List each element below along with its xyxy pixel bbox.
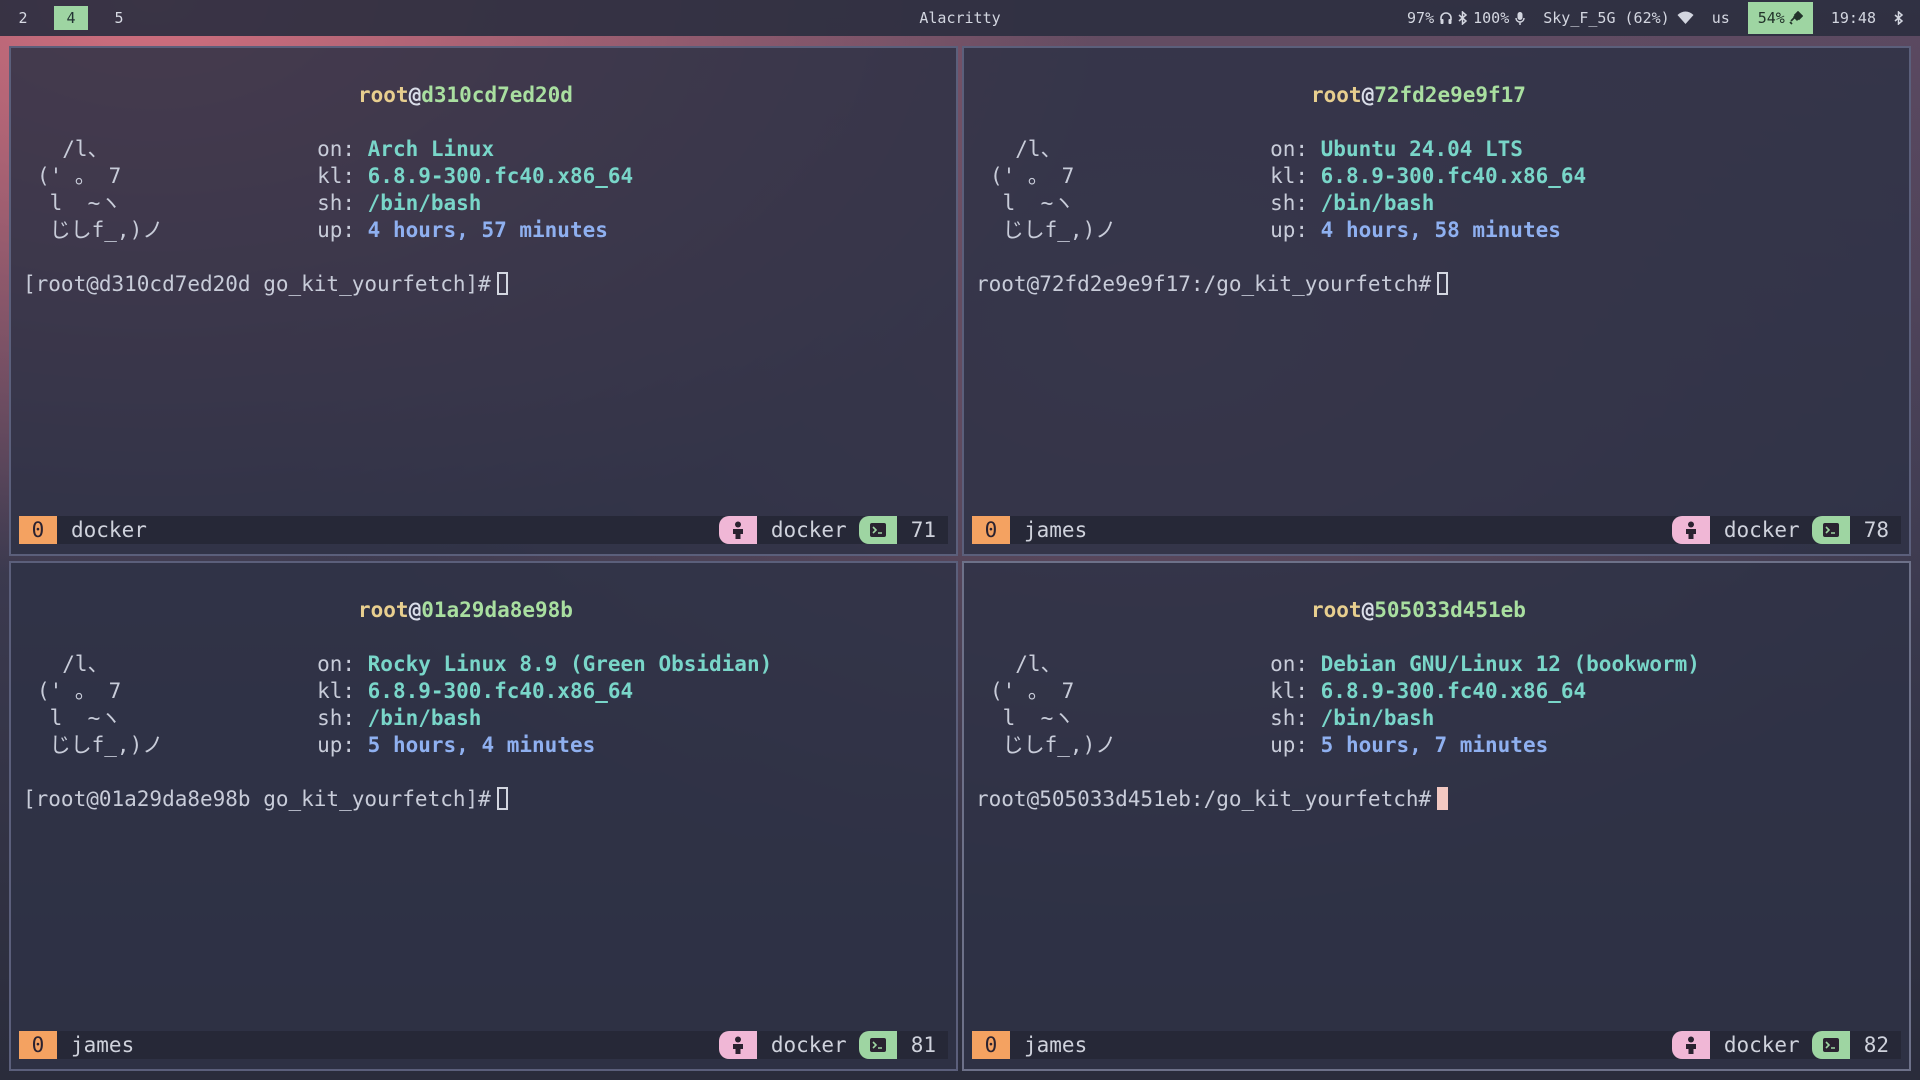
user-icon	[718, 1031, 757, 1059]
os-value: Debian GNU/Linux 12 (bookworm)	[1320, 652, 1700, 676]
bluetooth-battery: 100%	[1473, 9, 1510, 27]
bluetooth-tray-icon[interactable]	[1894, 11, 1904, 25]
pane-number: 78	[1863, 518, 1889, 542]
fetch-info: on: Arch Linux kl: 6.8.9-300.fc40.x86_64…	[317, 137, 634, 242]
window-title: Alacritty	[919, 9, 1001, 27]
clock[interactable]: 19:48	[1831, 9, 1876, 27]
session-name: docker	[1723, 518, 1800, 542]
os-value: Arch Linux	[367, 137, 495, 161]
tmux-status-bar: 0 docker docker 71	[19, 516, 948, 544]
top-bar: 2 4 5 Alacritty 97% 100% Sky_F_5G (62%) …	[0, 0, 1920, 36]
battery-percent: 54%	[1757, 9, 1785, 27]
pane-number: 71	[910, 518, 936, 542]
tmux-status-bar: 0 james docker 82	[972, 1031, 1901, 1059]
pane-number: 82	[1863, 1033, 1889, 1057]
shell-value: /bin/bash	[367, 191, 482, 215]
system-tray: 97% 100% Sky_F_5G (62%) us 54% 19:48	[1407, 0, 1920, 36]
cursor	[496, 787, 508, 810]
shell-value: /bin/bash	[1320, 706, 1435, 730]
window-index[interactable]: 0	[972, 1031, 1010, 1059]
window-name[interactable]: james	[1024, 516, 1087, 544]
user-icon	[718, 516, 757, 544]
terminal-icon	[1811, 1031, 1850, 1059]
terminal-pane-debian[interactable]: root@505033d451eb /l、 (' 。 7 l ~ヽ じしf_,)…	[962, 561, 1911, 1071]
ascii-art-cat: /l、 (' 。 7 l ~ヽ じしf_,)ノ	[37, 652, 164, 757]
window-name[interactable]: james	[1024, 1031, 1087, 1059]
kernel-value: 6.8.9-300.fc40.x86_64	[367, 164, 634, 188]
tmux-status-bar: 0 james docker 78	[972, 516, 1901, 544]
window-index[interactable]: 0	[972, 516, 1010, 544]
microphone-icon	[1515, 11, 1525, 26]
ascii-art-cat: /l、 (' 。 7 l ~ヽ じしf_,)ノ	[990, 137, 1117, 242]
shell-prompt[interactable]: [root@01a29da8e98b go_kit_yourfetch]#	[23, 786, 508, 813]
uptime-value: 4 hours, 57 minutes	[367, 218, 608, 242]
ascii-art-cat: /l、 (' 。 7 l ~ヽ じしf_,)ノ	[37, 137, 164, 242]
window-index[interactable]: 0	[19, 1031, 57, 1059]
session-name: docker	[770, 1033, 847, 1057]
terminal-pane-rocky[interactable]: root@01a29da8e98b /l、 (' 。 7 l ~ヽ じしf_,)…	[9, 561, 958, 1071]
window-name[interactable]: james	[71, 1031, 134, 1059]
battery-status[interactable]: 54%	[1747, 2, 1813, 34]
shell-prompt[interactable]: root@505033d451eb:/go_kit_yourfetch#	[976, 786, 1449, 813]
tmux-status-bar: 0 james docker 81	[19, 1031, 948, 1059]
keyboard-layout[interactable]: us	[1712, 9, 1730, 27]
uptime-value: 4 hours, 58 minutes	[1320, 218, 1561, 242]
user-icon	[1671, 516, 1710, 544]
session-name: docker	[1723, 1033, 1800, 1057]
terminal-icon	[858, 1031, 897, 1059]
ascii-art-cat: /l、 (' 。 7 l ~ヽ じしf_,)ノ	[990, 652, 1117, 757]
uptime-value: 5 hours, 4 minutes	[367, 733, 596, 757]
wifi-status[interactable]: Sky_F_5G (62%)	[1543, 9, 1669, 27]
workspace-4-active[interactable]: 4	[54, 6, 88, 30]
workspace-2[interactable]: 2	[6, 0, 40, 36]
headphones-icon	[1439, 11, 1453, 25]
shell-value: /bin/bash	[367, 706, 482, 730]
shell-value: /bin/bash	[1320, 191, 1435, 215]
terminal-pane-ubuntu[interactable]: root@72fd2e9e9f17 /l、 (' 。 7 l ~ヽ じしf_,)…	[962, 46, 1911, 556]
terminal-icon	[858, 516, 897, 544]
user-icon	[1671, 1031, 1710, 1059]
kernel-value: 6.8.9-300.fc40.x86_64	[367, 679, 634, 703]
window-index[interactable]: 0	[19, 516, 57, 544]
bluetooth-icon	[1458, 11, 1468, 25]
workspace-5[interactable]: 5	[102, 0, 136, 36]
terminal-pane-arch[interactable]: root@d310cd7ed20d /l、 (' 。 7 l ~ヽ じしf_,)…	[9, 46, 958, 556]
pane-number: 81	[910, 1033, 936, 1057]
fetch-info: on: Debian GNU/Linux 12 (bookworm) kl: 6…	[1270, 652, 1700, 757]
shell-prompt[interactable]: root@72fd2e9e9f17:/go_kit_yourfetch#	[976, 271, 1449, 298]
shell-prompt[interactable]: [root@d310cd7ed20d go_kit_yourfetch]#	[23, 271, 508, 298]
kernel-value: 6.8.9-300.fc40.x86_64	[1320, 679, 1587, 703]
wifi-icon	[1677, 11, 1694, 25]
headphones-battery: 97%	[1407, 9, 1435, 27]
os-value: Ubuntu 24.04 LTS	[1320, 137, 1523, 161]
cursor	[496, 272, 508, 295]
session-name: docker	[770, 518, 847, 542]
fetch-info: on: Rocky Linux 8.9 (Green Obsidian) kl:…	[317, 652, 773, 757]
charging-plug-icon	[1789, 11, 1803, 25]
kernel-value: 6.8.9-300.fc40.x86_64	[1320, 164, 1587, 188]
uptime-value: 5 hours, 7 minutes	[1320, 733, 1549, 757]
window-name[interactable]: docker	[71, 516, 147, 544]
fetch-info: on: Ubuntu 24.04 LTS kl: 6.8.9-300.fc40.…	[1270, 137, 1587, 242]
cursor	[1437, 787, 1449, 810]
terminal-icon	[1811, 516, 1850, 544]
os-value: Rocky Linux 8.9 (Green Obsidian)	[367, 652, 773, 676]
cursor	[1437, 272, 1449, 295]
